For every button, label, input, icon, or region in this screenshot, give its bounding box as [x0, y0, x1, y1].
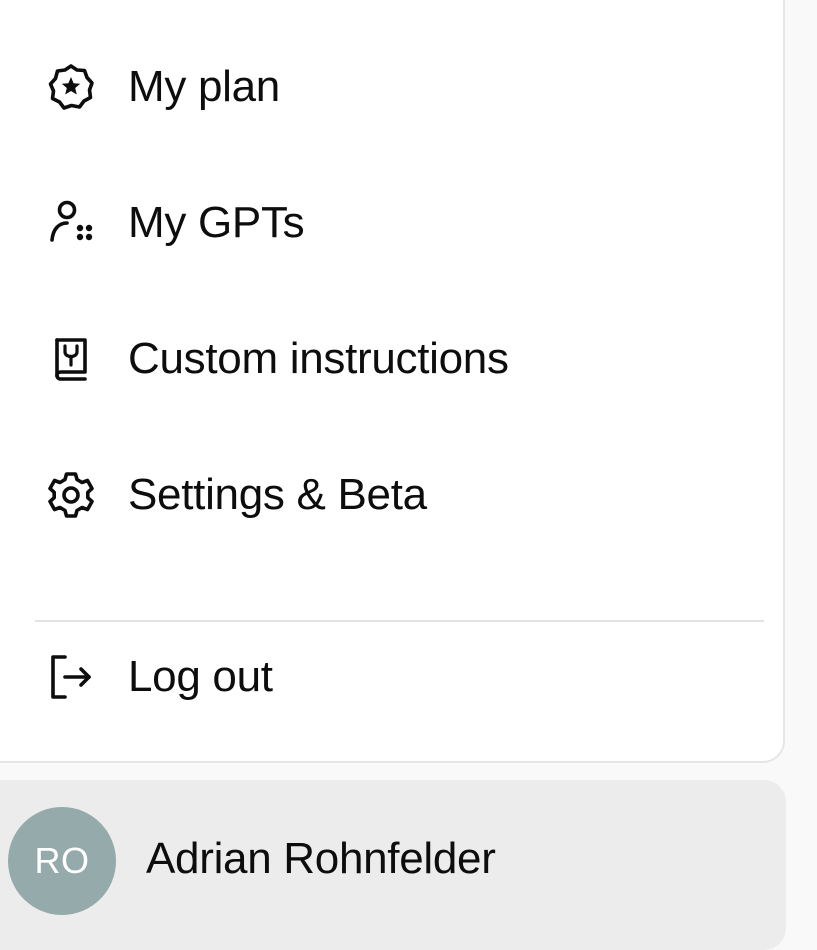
gear-icon — [44, 468, 98, 522]
plan-badge-icon — [44, 60, 98, 114]
menu-item-label: Settings & Beta — [128, 470, 427, 519]
menu-divider — [35, 620, 764, 622]
avatar: RO — [8, 807, 116, 915]
menu-item-label: Custom instructions — [128, 334, 509, 383]
instructions-book-icon — [44, 332, 98, 386]
menu-item-label: My plan — [128, 62, 280, 111]
gpts-user-icon — [44, 196, 98, 250]
log-out-icon — [44, 650, 98, 704]
menu-item-my-gpts[interactable]: My GPTs — [30, 178, 770, 268]
menu-item-custom-instructions[interactable]: Custom instructions — [30, 314, 770, 404]
profile-name: Adrian Rohnfelder — [146, 834, 496, 883]
menu-item-label: My GPTs — [128, 198, 305, 247]
menu-item-settings-beta[interactable]: Settings & Beta — [30, 450, 770, 540]
menu-item-my-plan[interactable]: My plan — [30, 42, 770, 132]
menu-item-label: Log out — [128, 652, 273, 701]
profile-button[interactable]: RO Adrian Rohnfelder — [0, 780, 786, 950]
menu-item-log-out[interactable]: Log out — [30, 632, 770, 722]
